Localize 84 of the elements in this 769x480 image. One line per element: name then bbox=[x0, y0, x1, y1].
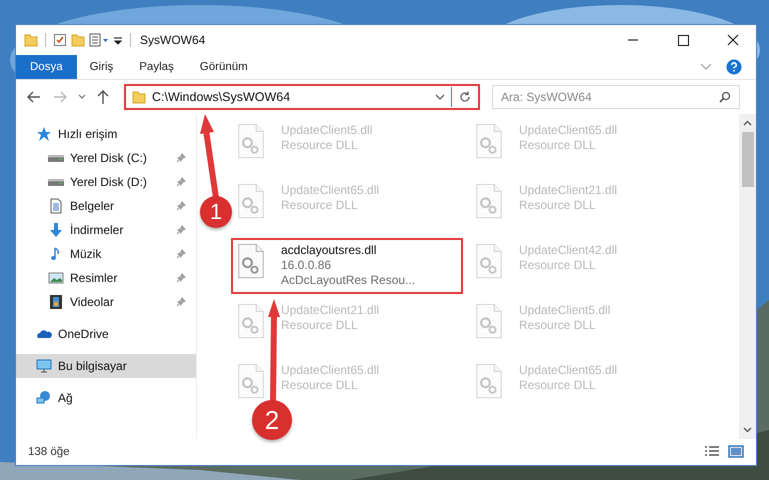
file-name: UpdateClient21.dll bbox=[519, 183, 618, 198]
pin-icon[interactable] bbox=[176, 297, 186, 307]
scrollbar[interactable] bbox=[739, 114, 756, 439]
image-icon bbox=[48, 270, 64, 286]
file-detail: Resource DLL bbox=[281, 138, 359, 153]
window-title: SysWOW64 bbox=[140, 33, 206, 47]
pin-icon[interactable] bbox=[176, 273, 186, 283]
dll-file-icon bbox=[475, 123, 503, 159]
sidebar-item[interactable]: Hızlı erişim bbox=[16, 122, 196, 146]
search-field[interactable]: Ara: SysWOW64 bbox=[492, 85, 740, 109]
folder-icon bbox=[132, 90, 146, 104]
file-detail: Resource DLL bbox=[281, 318, 359, 333]
back-icon[interactable] bbox=[26, 89, 42, 105]
dropdown-icon[interactable] bbox=[435, 94, 445, 100]
sidebar-item[interactable]: Ağ bbox=[16, 386, 196, 410]
sidebar-item[interactable]: Belgeler bbox=[16, 194, 196, 218]
scroll-up-icon[interactable] bbox=[743, 120, 752, 126]
dll-file-icon bbox=[475, 183, 503, 219]
details-view-icon[interactable] bbox=[704, 445, 720, 459]
file-detail: AcDcLayoutRes Resou... bbox=[281, 273, 416, 288]
sidebar-item[interactable]: İndirmeler bbox=[16, 218, 196, 242]
dll-file-icon bbox=[237, 183, 265, 219]
ribbon-tab[interactable]: Giriş bbox=[76, 55, 126, 79]
dll-file-icon bbox=[475, 243, 503, 279]
help-icon[interactable] bbox=[726, 59, 742, 75]
sidebar-item[interactable]: Yerel Disk (C:) bbox=[16, 146, 196, 170]
file-name: UpdateClient5.dll bbox=[519, 303, 610, 318]
download-icon bbox=[48, 222, 64, 238]
file-name: UpdateClient5.dll bbox=[281, 123, 372, 138]
file-detail: Resource DLL bbox=[281, 378, 359, 393]
file-name: acdclayoutsres.dll bbox=[281, 243, 378, 258]
file-name: UpdateClient65.dll bbox=[519, 363, 618, 378]
chevron-icon[interactable] bbox=[700, 63, 712, 71]
pin-icon[interactable] bbox=[176, 153, 186, 163]
dll-file-icon bbox=[237, 363, 265, 399]
search-icon[interactable] bbox=[719, 91, 731, 103]
address-field[interactable]: C:\Windows\SysWOW64 bbox=[124, 84, 480, 110]
dll-file-icon bbox=[475, 363, 503, 399]
refresh-icon[interactable] bbox=[458, 90, 472, 104]
file-name: UpdateClient42.dll bbox=[519, 243, 618, 258]
sidebar-item[interactable]: Yerel Disk (D:) bbox=[16, 170, 196, 194]
pin-icon[interactable] bbox=[176, 249, 186, 259]
sidebar-item[interactable]: OneDrive bbox=[16, 322, 196, 346]
sidebar-item[interactable]: Resimler bbox=[16, 266, 196, 290]
dll-file-icon bbox=[237, 243, 265, 279]
file-detail: Resource DLL bbox=[519, 318, 597, 333]
pin-icon[interactable] bbox=[176, 177, 186, 187]
file-name: UpdateClient65.dll bbox=[281, 183, 380, 198]
sidebar-item[interactable]: Müzik bbox=[16, 242, 196, 266]
item-count: 138 öğe bbox=[28, 446, 70, 458]
ribbon-tab[interactable]: Dosya bbox=[16, 55, 77, 79]
file-name: UpdateClient21.dll bbox=[281, 303, 380, 318]
view-icon[interactable] bbox=[89, 33, 109, 47]
document-icon bbox=[48, 198, 64, 214]
file-name: UpdateClient65.dll bbox=[281, 363, 380, 378]
pin-icon[interactable] bbox=[176, 225, 186, 235]
drive-icon bbox=[48, 154, 64, 162]
dll-file-icon bbox=[237, 123, 265, 159]
network-icon bbox=[36, 390, 52, 406]
scroll-down-icon[interactable] bbox=[743, 427, 752, 433]
computer-icon bbox=[36, 358, 52, 374]
dll-file-icon bbox=[237, 303, 265, 339]
properties-icon[interactable] bbox=[53, 33, 67, 47]
file-detail: Resource DLL bbox=[519, 138, 597, 153]
ribbon-tab[interactable]: Paylaş bbox=[126, 55, 187, 79]
file-item[interactable]: acdclayoutsres.dll 16.0.0.86 AcDcLayoutRes Resou... bbox=[231, 238, 463, 294]
file-detail: Resource DLL bbox=[281, 198, 359, 213]
thumbnail-view-icon[interactable] bbox=[728, 445, 744, 459]
ribbon-tab[interactable]: Görünüm bbox=[186, 55, 261, 79]
scroll-thumb[interactable] bbox=[742, 132, 754, 187]
sidebar-item[interactable]: Videolar bbox=[16, 290, 196, 314]
recent-dropdown-icon[interactable] bbox=[78, 94, 86, 100]
file-detail: Resource DLL bbox=[519, 378, 597, 393]
file-detail: 16.0.0.86 bbox=[281, 258, 332, 273]
drive-icon bbox=[48, 178, 64, 186]
dll-file-icon bbox=[475, 303, 503, 339]
star-icon bbox=[36, 126, 52, 142]
film-icon bbox=[48, 294, 64, 310]
file-detail: Resource DLL bbox=[519, 198, 597, 213]
file-name: UpdateClient65.dll bbox=[519, 123, 618, 138]
file-detail: Resource DLL bbox=[519, 258, 597, 273]
up-icon[interactable] bbox=[96, 89, 110, 105]
pin-icon[interactable] bbox=[176, 201, 186, 211]
sidebar-item[interactable]: Bu bilgisayar bbox=[16, 354, 196, 378]
